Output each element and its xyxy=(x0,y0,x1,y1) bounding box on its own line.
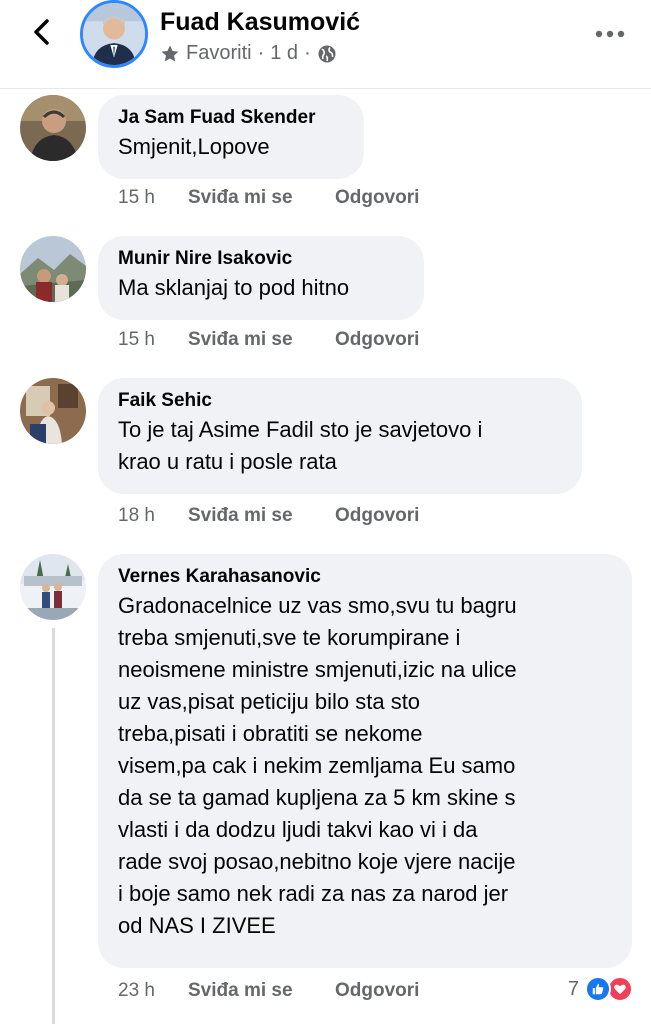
comment-text: Ma sklanjaj to pod hitno xyxy=(118,275,350,300)
comment-actions: 23 h Sviđa mi se Odgovori xyxy=(118,980,419,1002)
audience-label: Favoriti xyxy=(186,42,252,64)
back-button[interactable] xyxy=(24,14,60,50)
commenter-avatar[interactable] xyxy=(20,554,86,620)
globe-icon xyxy=(318,45,336,62)
comment-bubble[interactable]: Vernes Karahasanovic Gradonacelnice uz v… xyxy=(98,554,632,968)
comment-text: Gradonacelnice uz vas smo,svu tu bagru t… xyxy=(118,593,517,938)
page-title[interactable]: Fuad Kasumović xyxy=(160,8,360,37)
comment-bubble[interactable]: Faik Sehic To je taj Asime Fadil sto je … xyxy=(98,378,582,494)
comment-actions: 18 h Sviđa mi se Odgovori xyxy=(118,505,419,527)
comment-time: 15 h xyxy=(118,187,155,208)
reply-thread-line xyxy=(52,628,55,1024)
reaction-count: 7 xyxy=(567,977,579,1000)
commenter-avatar[interactable] xyxy=(20,95,86,161)
like-reaction-icon xyxy=(585,976,611,1002)
comment-text: To je taj Asime Fadil sto je savjetovo i… xyxy=(118,417,483,474)
chevron-left-icon xyxy=(34,19,49,45)
star-icon xyxy=(161,45,179,61)
like-button[interactable]: Sviđa mi se xyxy=(188,505,335,527)
comment-bubble[interactable]: Ja Sam Fuad Skender Smjenit,Lopove xyxy=(98,95,364,179)
comment-author[interactable]: Ja Sam Fuad Skender xyxy=(118,105,344,131)
comment-actions: 15 h Sviđa mi se Odgovori xyxy=(118,187,419,209)
comment-actions: 15 h Sviđa mi se Odgovori xyxy=(118,329,419,351)
post-meta: Favoriti · 1 d · xyxy=(160,42,337,65)
reply-button[interactable]: Odgovori xyxy=(335,505,419,527)
meta-separator: · xyxy=(257,42,265,64)
comment-bubble[interactable]: Munir Nire Isakovic Ma sklanjaj to pod h… xyxy=(98,236,424,320)
reply-button[interactable]: Odgovori xyxy=(335,187,419,209)
comment-author[interactable]: Faik Sehic xyxy=(118,388,562,414)
post-age: 1 d xyxy=(270,42,299,64)
comment-time: 23 h xyxy=(118,980,155,1001)
commenter-avatar[interactable] xyxy=(20,236,86,302)
comment-text: Smjenit,Lopove xyxy=(118,134,270,159)
comment-author[interactable]: Vernes Karahasanovic xyxy=(118,564,612,590)
more-dots-icon xyxy=(595,30,625,38)
page-avatar[interactable] xyxy=(80,0,148,68)
meta-separator-2: · xyxy=(304,42,311,64)
reaction-summary[interactable]: 7 xyxy=(568,976,633,1002)
like-button[interactable]: Sviđa mi se xyxy=(188,187,335,209)
header-divider xyxy=(0,88,651,89)
reply-button[interactable]: Odgovori xyxy=(335,329,419,351)
commenter-avatar[interactable] xyxy=(20,378,86,444)
post-header: Fuad Kasumović Favoriti · 1 d · xyxy=(0,0,651,88)
more-options-button[interactable] xyxy=(595,26,625,42)
reply-button[interactable]: Odgovori xyxy=(335,980,419,1002)
comment-time: 18 h xyxy=(118,505,155,526)
comment-author[interactable]: Munir Nire Isakovic xyxy=(118,246,404,272)
like-button[interactable]: Sviđa mi se xyxy=(188,329,335,351)
comment-time: 15 h xyxy=(118,329,155,350)
like-button[interactable]: Sviđa mi se xyxy=(188,980,335,1002)
